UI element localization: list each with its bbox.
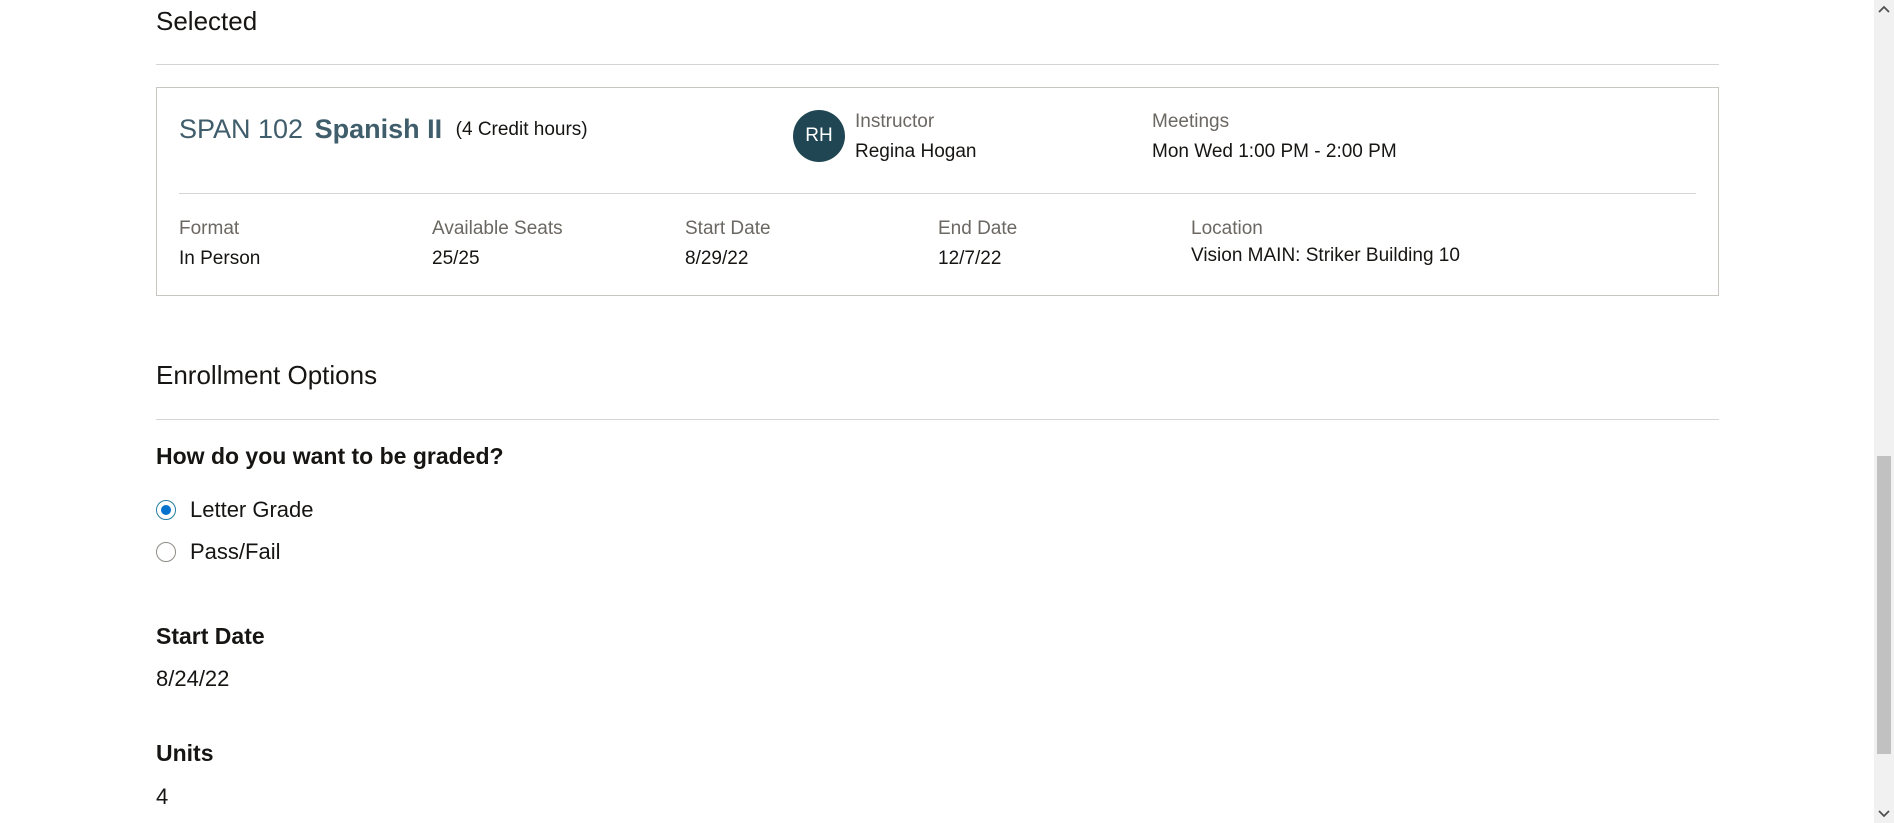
units-label: Units xyxy=(156,740,214,766)
end-date-field: End Date 12/7/22 xyxy=(938,218,1017,270)
course-code: SPAN 102 xyxy=(179,114,304,144)
start-date-field: Start Date 8/29/22 xyxy=(685,218,771,270)
end-date-label: End Date xyxy=(938,218,1018,239)
pass-fail-radio[interactable] xyxy=(156,542,176,562)
vertical-scrollbar[interactable] xyxy=(1874,0,1894,823)
meetings-label: Meetings xyxy=(1152,111,1230,132)
instructor-avatar: RH xyxy=(793,110,845,162)
format-field: Format In Person xyxy=(179,218,260,270)
course-credits: (4 Credit hours) xyxy=(455,119,588,140)
chevron-down-icon[interactable] xyxy=(1874,805,1894,823)
location-label: Location xyxy=(1191,218,1263,239)
instructor-name: Regina Hogan xyxy=(855,141,977,162)
end-date-value: 12/7/22 xyxy=(938,248,1002,269)
meetings-value: Mon Wed 1:00 PM - 2:00 PM xyxy=(1152,141,1397,162)
letter-grade-label[interactable]: Letter Grade xyxy=(190,497,314,523)
page: Selected SPAN 102 Spanish II (4 Credit h… xyxy=(0,0,1894,823)
instructor-field: Instructor Regina Hogan xyxy=(855,111,976,163)
start-date-value: 8/29/22 xyxy=(685,248,749,269)
available-seats-field: Available Seats 25/25 xyxy=(432,218,563,270)
location-field: Location Vision MAIN: Striker Building 1… xyxy=(1191,218,1460,267)
enrollment-options-title: Enrollment Options xyxy=(156,360,378,390)
start-date-label: Start Date xyxy=(685,218,771,239)
letter-grade-radio[interactable] xyxy=(156,500,176,520)
grading-option-letter-grade[interactable]: Letter Grade xyxy=(156,497,314,523)
available-seats-value: 25/25 xyxy=(432,248,480,269)
selected-section-title: Selected xyxy=(156,6,258,36)
meetings-field: Meetings Mon Wed 1:00 PM - 2:00 PM xyxy=(1152,111,1397,163)
format-value: In Person xyxy=(179,248,261,269)
available-seats-label: Available Seats xyxy=(432,218,563,239)
card-divider xyxy=(179,193,1696,194)
course-card: SPAN 102 Spanish II (4 Credit hours) RH … xyxy=(156,87,1719,296)
units-value: 4 xyxy=(156,784,169,809)
enrollment-divider xyxy=(156,419,1719,420)
chevron-up-icon[interactable] xyxy=(1874,0,1894,18)
pass-fail-label[interactable]: Pass/Fail xyxy=(190,539,280,565)
section-divider xyxy=(156,64,1719,65)
enrollment-start-date-label: Start Date xyxy=(156,623,265,649)
course-name: Spanish II xyxy=(314,114,443,144)
enrollment-start-date-value: 8/24/22 xyxy=(156,666,230,691)
format-label: Format xyxy=(179,218,240,239)
location-value: Vision MAIN: Striker Building 10 xyxy=(1191,245,1460,266)
course-title: SPAN 102 Spanish II (4 Credit hours) xyxy=(179,114,588,145)
instructor-label: Instructor xyxy=(855,111,935,132)
grading-option-pass-fail[interactable]: Pass/Fail xyxy=(156,539,280,565)
grading-question: How do you want to be graded? xyxy=(156,443,504,469)
scrollbar-thumb[interactable] xyxy=(1877,456,1891,754)
